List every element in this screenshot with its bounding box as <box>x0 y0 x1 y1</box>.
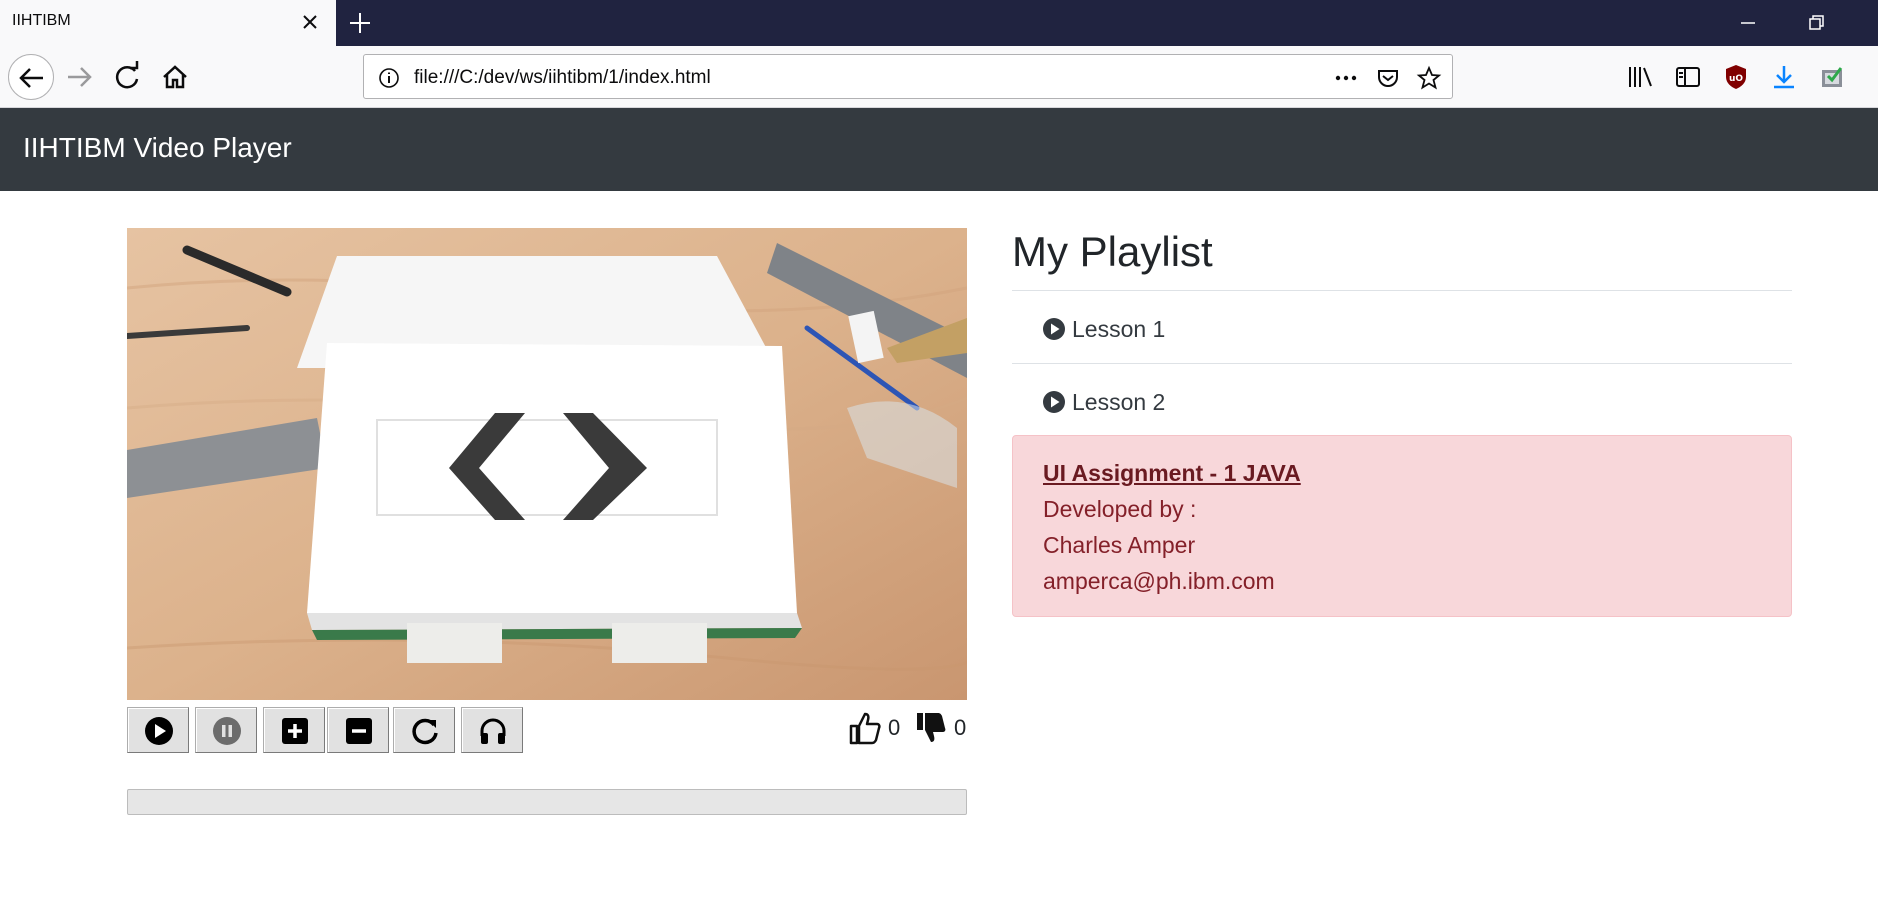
back-arrow-icon <box>19 68 43 88</box>
playlist-item-lesson-2[interactable]: Lesson 2 <box>1012 364 1792 436</box>
playlist-item-lesson-1[interactable]: Lesson 1 <box>1012 291 1792 363</box>
home-icon[interactable] <box>155 57 195 97</box>
back-button[interactable] <box>8 54 54 100</box>
pocket-icon[interactable] <box>1375 65 1401 91</box>
headphones-icon <box>480 718 506 744</box>
mute-button[interactable] <box>461 707 523 753</box>
play-circle-icon <box>1043 318 1065 340</box>
browser-tab-bar: IIHTIBM <box>0 0 1878 46</box>
reload-icon[interactable] <box>107 57 147 97</box>
page-actions-icon[interactable] <box>1333 65 1359 91</box>
ublock-shield-icon[interactable]: uO <box>1721 62 1751 92</box>
plus-square-icon <box>282 718 308 744</box>
playlist-item-label: Lesson 1 <box>1072 316 1166 342</box>
minimize-icon[interactable] <box>1735 10 1761 36</box>
video-player[interactable] <box>127 228 967 700</box>
play-button[interactable] <box>127 707 189 753</box>
site-info-icon[interactable] <box>376 65 402 91</box>
thumbs-down-icon[interactable] <box>914 710 948 746</box>
download-icon[interactable] <box>1769 62 1799 92</box>
volume-up-button[interactable] <box>263 707 325 753</box>
dislike-count: 0 <box>954 715 967 740</box>
assignment-title-link[interactable]: UI Assignment - 1 JAVA <box>1043 460 1301 487</box>
developer-info-alert: UI Assignment - 1 JAVA Developed by : Ch… <box>1012 435 1792 617</box>
app-title[interactable]: IIHTIBM Video Player <box>23 132 292 164</box>
bookmark-star-icon[interactable] <box>1416 65 1442 91</box>
browser-tab[interactable]: IIHTIBM <box>0 0 336 46</box>
developer-name: Charles Amper <box>1043 532 1196 558</box>
video-frame-image <box>127 228 967 700</box>
minus-square-icon <box>346 718 372 744</box>
developer-email: amperca@ph.ibm.com <box>1043 568 1275 594</box>
thumbs-up-icon[interactable] <box>848 710 882 746</box>
browser-navigation-bar: file:///C:/dev/ws/iihtibm/1/index.html u… <box>0 46 1878 108</box>
tab-title: IIHTIBM <box>12 12 71 29</box>
play-circle-icon <box>1043 391 1065 413</box>
address-bar[interactable]: file:///C:/dev/ws/iihtibm/1/index.html <box>363 54 1453 99</box>
app-navbar: IIHTIBM Video Player <box>0 108 1878 191</box>
like-count: 0 <box>888 715 901 740</box>
pause-icon <box>213 717 241 745</box>
playlist-item-label: Lesson 2 <box>1072 389 1166 415</box>
developed-by-label: Developed by : <box>1043 496 1197 522</box>
playlist-title: My Playlist <box>1012 228 1213 275</box>
volume-down-button[interactable] <box>327 707 389 753</box>
redo-icon <box>412 718 438 745</box>
restore-icon[interactable] <box>1803 10 1829 36</box>
play-icon <box>145 717 173 745</box>
svg-text:uO: uO <box>1729 74 1743 84</box>
extension-icon[interactable] <box>1817 62 1847 92</box>
pause-button[interactable] <box>195 707 257 753</box>
reload-video-button[interactable] <box>393 707 455 753</box>
sidebar-icon[interactable] <box>1673 62 1703 92</box>
url-text: file:///C:/dev/ws/iihtibm/1/index.html <box>414 67 711 88</box>
new-tab-icon[interactable] <box>345 8 375 38</box>
library-icon[interactable] <box>1625 62 1655 92</box>
close-tab-icon[interactable] <box>299 11 321 33</box>
forward-arrow-icon[interactable] <box>60 57 100 97</box>
video-progress-bar[interactable] <box>127 789 967 815</box>
